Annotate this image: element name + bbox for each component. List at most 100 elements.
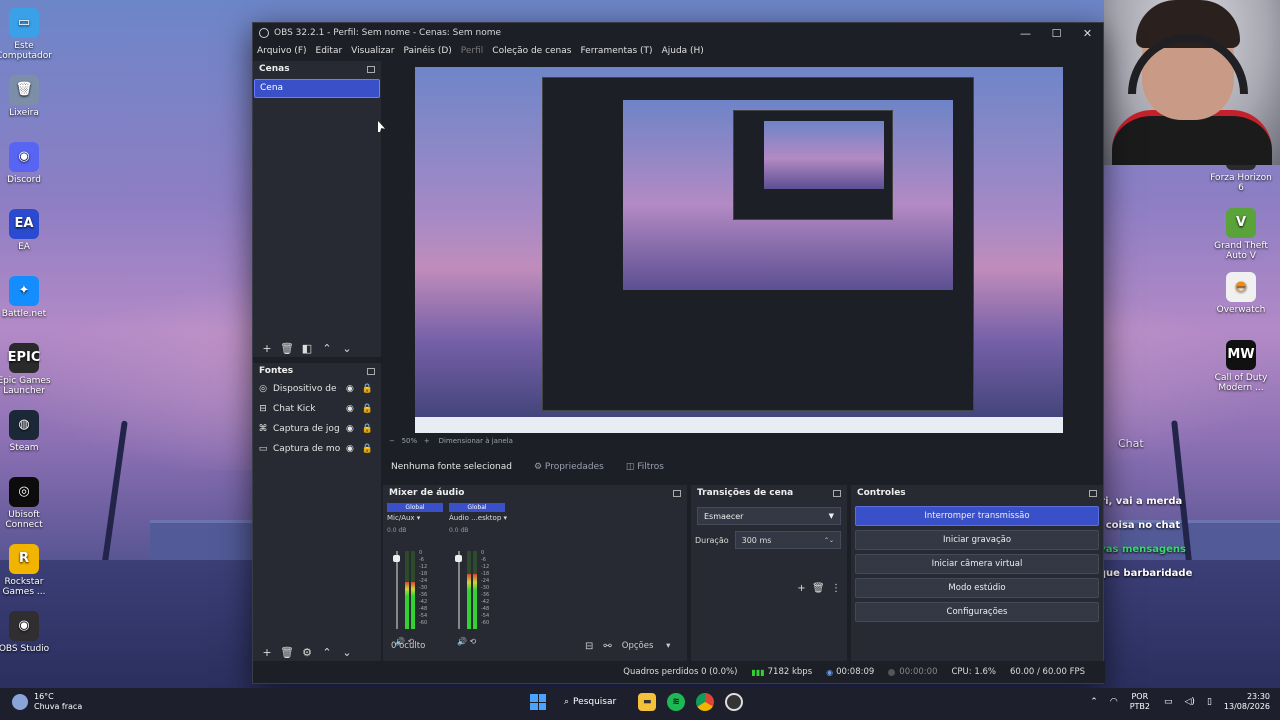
desktop-icon[interactable]: ◓ Overwatch	[1209, 272, 1273, 315]
minimize-icon[interactable]: —	[1010, 27, 1041, 40]
trash-icon[interactable]: 🗑	[812, 583, 825, 594]
options-dropdown[interactable]: Opções ▾	[622, 641, 671, 652]
preview-scale-mode[interactable]: Dimensionar à janela	[439, 437, 513, 445]
menu-edit[interactable]: Editar	[316, 46, 343, 56]
network-icon[interactable]: ▭	[1164, 697, 1173, 707]
properties-button[interactable]: ⚙ Propriedades	[534, 462, 604, 472]
duration-input[interactable]: 300 ms ⌃⌄	[734, 531, 841, 549]
move-down-icon[interactable]: ⌄	[337, 342, 357, 355]
volume-slider[interactable]	[396, 551, 398, 629]
add-icon[interactable]: +	[257, 646, 277, 659]
more-icon[interactable]: ⋮	[831, 583, 841, 594]
desktop-icon[interactable]: ◉ Discord	[0, 142, 56, 185]
undock-icon[interactable]	[367, 65, 375, 73]
trash-icon[interactable]: 🗑	[277, 646, 297, 659]
desktop-icon[interactable]: R Rockstar Games ...	[0, 544, 56, 597]
desktop-icon[interactable]: MW Call of Duty Modern ...	[1209, 340, 1273, 393]
volume-meter	[405, 551, 409, 629]
desktop-icon[interactable]: ◎ Ubisoft Connect	[0, 477, 56, 530]
source-item[interactable]: ⌘ Captura de jogo ◉ 🔒	[253, 419, 381, 439]
search-button[interactable]: ⌕ Pesquisar	[564, 697, 616, 707]
scene-item[interactable]: Cena	[254, 79, 380, 98]
eye-icon[interactable]: ◉	[346, 404, 354, 414]
studio-mode-button[interactable]: Modo estúdio	[855, 578, 1099, 598]
gear-icon[interactable]: ⚙	[297, 646, 317, 659]
volume-slider[interactable]	[458, 551, 460, 629]
desktop-icon-label: Discord	[7, 175, 41, 185]
obs-taskbar-icon[interactable]	[725, 693, 744, 711]
volume-knob[interactable]	[393, 555, 400, 562]
file-explorer-icon[interactable]: ▬	[638, 693, 657, 711]
lock-icon[interactable]: 🔒	[362, 384, 373, 394]
desktop-icon[interactable]: 🗑 Lixeira	[0, 75, 56, 118]
stop-stream-button[interactable]: Interromper transmissão	[855, 506, 1099, 526]
source-item[interactable]: ⊟ Chat Kick ◉ 🔒	[253, 399, 381, 419]
preview-canvas[interactable]	[415, 67, 1063, 433]
undock-icon[interactable]	[673, 489, 681, 497]
webcam-overlay	[1104, 0, 1280, 165]
sources-toolbar: + 🗑 ⚙ ⌃ ⌄	[257, 646, 357, 659]
undock-icon[interactable]	[1089, 489, 1097, 497]
start-recording-button[interactable]: Iniciar gravação	[855, 530, 1099, 550]
channel-name[interactable]: Áudio ...esktop ▾	[449, 514, 507, 522]
lock-icon[interactable]: 🔒	[362, 424, 373, 434]
desktop-icon[interactable]: ✦ Battle.net	[0, 276, 56, 319]
chevron-up-icon[interactable]: ⌃	[1090, 697, 1098, 707]
undock-icon[interactable]	[367, 367, 375, 375]
windows-start-icon[interactable]	[530, 694, 546, 710]
desktop-icon[interactable]: V Grand Theft Auto V	[1209, 208, 1273, 261]
move-down-icon[interactable]: ⌄	[337, 646, 357, 659]
monitor-icon[interactable]: ⟲	[470, 637, 477, 646]
menu-docks[interactable]: Painéis (D)	[403, 46, 451, 56]
settings-button[interactable]: Configurações	[855, 602, 1099, 622]
weather-widget[interactable]: 16°C Chuva fraca	[12, 692, 82, 712]
spotify-icon[interactable]: ≋	[667, 693, 686, 711]
menu-help[interactable]: Ajuda (H)	[662, 46, 704, 56]
filter-icon[interactable]: ◧	[297, 342, 317, 355]
desktop-icon[interactable]: EPIC Epic Games Launcher	[0, 343, 56, 396]
lock-icon[interactable]: 🔒	[362, 404, 373, 414]
menu-scene-collection[interactable]: Coleção de cenas	[492, 46, 571, 56]
maximize-icon[interactable]: ☐	[1041, 27, 1072, 40]
obs-window[interactable]: OBS 32.2.1 - Perfil: Sem nome - Cenas: S…	[252, 22, 1105, 684]
menu-file[interactable]: Arquivo (F)	[257, 46, 307, 56]
filters-button[interactable]: ◫ Filtros	[626, 462, 664, 472]
clock[interactable]: 23:30 13/08/2026	[1224, 692, 1270, 712]
wifi-icon[interactable]: ◠	[1110, 697, 1118, 707]
desktop-icon[interactable]: EA EA	[0, 209, 56, 252]
transition-select[interactable]: Esmaecer ▼	[697, 507, 841, 525]
layout-icon[interactable]: ⊟	[585, 641, 593, 652]
desktop-icon[interactable]: ▭ Este Computador	[0, 8, 56, 61]
speaker-icon[interactable]: 🔊	[457, 637, 467, 646]
zoom-in-icon[interactable]: +	[424, 437, 430, 445]
undock-icon[interactable]	[833, 489, 841, 497]
menu-view[interactable]: Visualizar	[351, 46, 394, 56]
source-item[interactable]: ▭ Captura de moni ◉ 🔒	[253, 439, 381, 459]
close-icon[interactable]: ✕	[1072, 27, 1103, 40]
move-up-icon[interactable]: ⌃	[317, 646, 337, 659]
desktop-icon[interactable]: ◍ Steam	[0, 410, 56, 453]
eye-icon[interactable]: ◉	[346, 444, 354, 454]
desktop-icon[interactable]: ◉ OBS Studio	[0, 611, 56, 654]
menu-profile[interactable]: Perfil	[461, 46, 484, 56]
eye-icon[interactable]: ◉	[346, 424, 354, 434]
chat-title: Chat	[1118, 437, 1144, 450]
link-icon[interactable]: ⚯	[603, 641, 611, 652]
add-icon[interactable]: +	[257, 342, 277, 355]
chrome-icon[interactable]	[696, 693, 715, 711]
volume-icon[interactable]: ◁)	[1185, 697, 1195, 707]
eye-icon[interactable]: ◉	[346, 384, 354, 394]
language-indicator[interactable]: POR PTB2	[1130, 692, 1150, 712]
add-icon[interactable]: +	[797, 583, 805, 594]
title-bar[interactable]: OBS 32.2.1 - Perfil: Sem nome - Cenas: S…	[253, 23, 1103, 43]
source-item[interactable]: ◎ Dispositivo de ca ◉ 🔒	[253, 379, 381, 399]
battery-icon[interactable]: ▯	[1207, 697, 1212, 707]
move-up-icon[interactable]: ⌃	[317, 342, 337, 355]
channel-name[interactable]: Mic/Aux ▾	[387, 514, 443, 522]
start-virtual-camera-button[interactable]: Iniciar câmera virtual	[855, 554, 1099, 574]
lock-icon[interactable]: 🔒	[362, 444, 373, 454]
trash-icon[interactable]: 🗑	[277, 342, 297, 355]
volume-knob[interactable]	[455, 555, 462, 562]
zoom-out-icon[interactable]: −	[389, 437, 395, 445]
menu-tools[interactable]: Ferramentas (T)	[580, 46, 652, 56]
